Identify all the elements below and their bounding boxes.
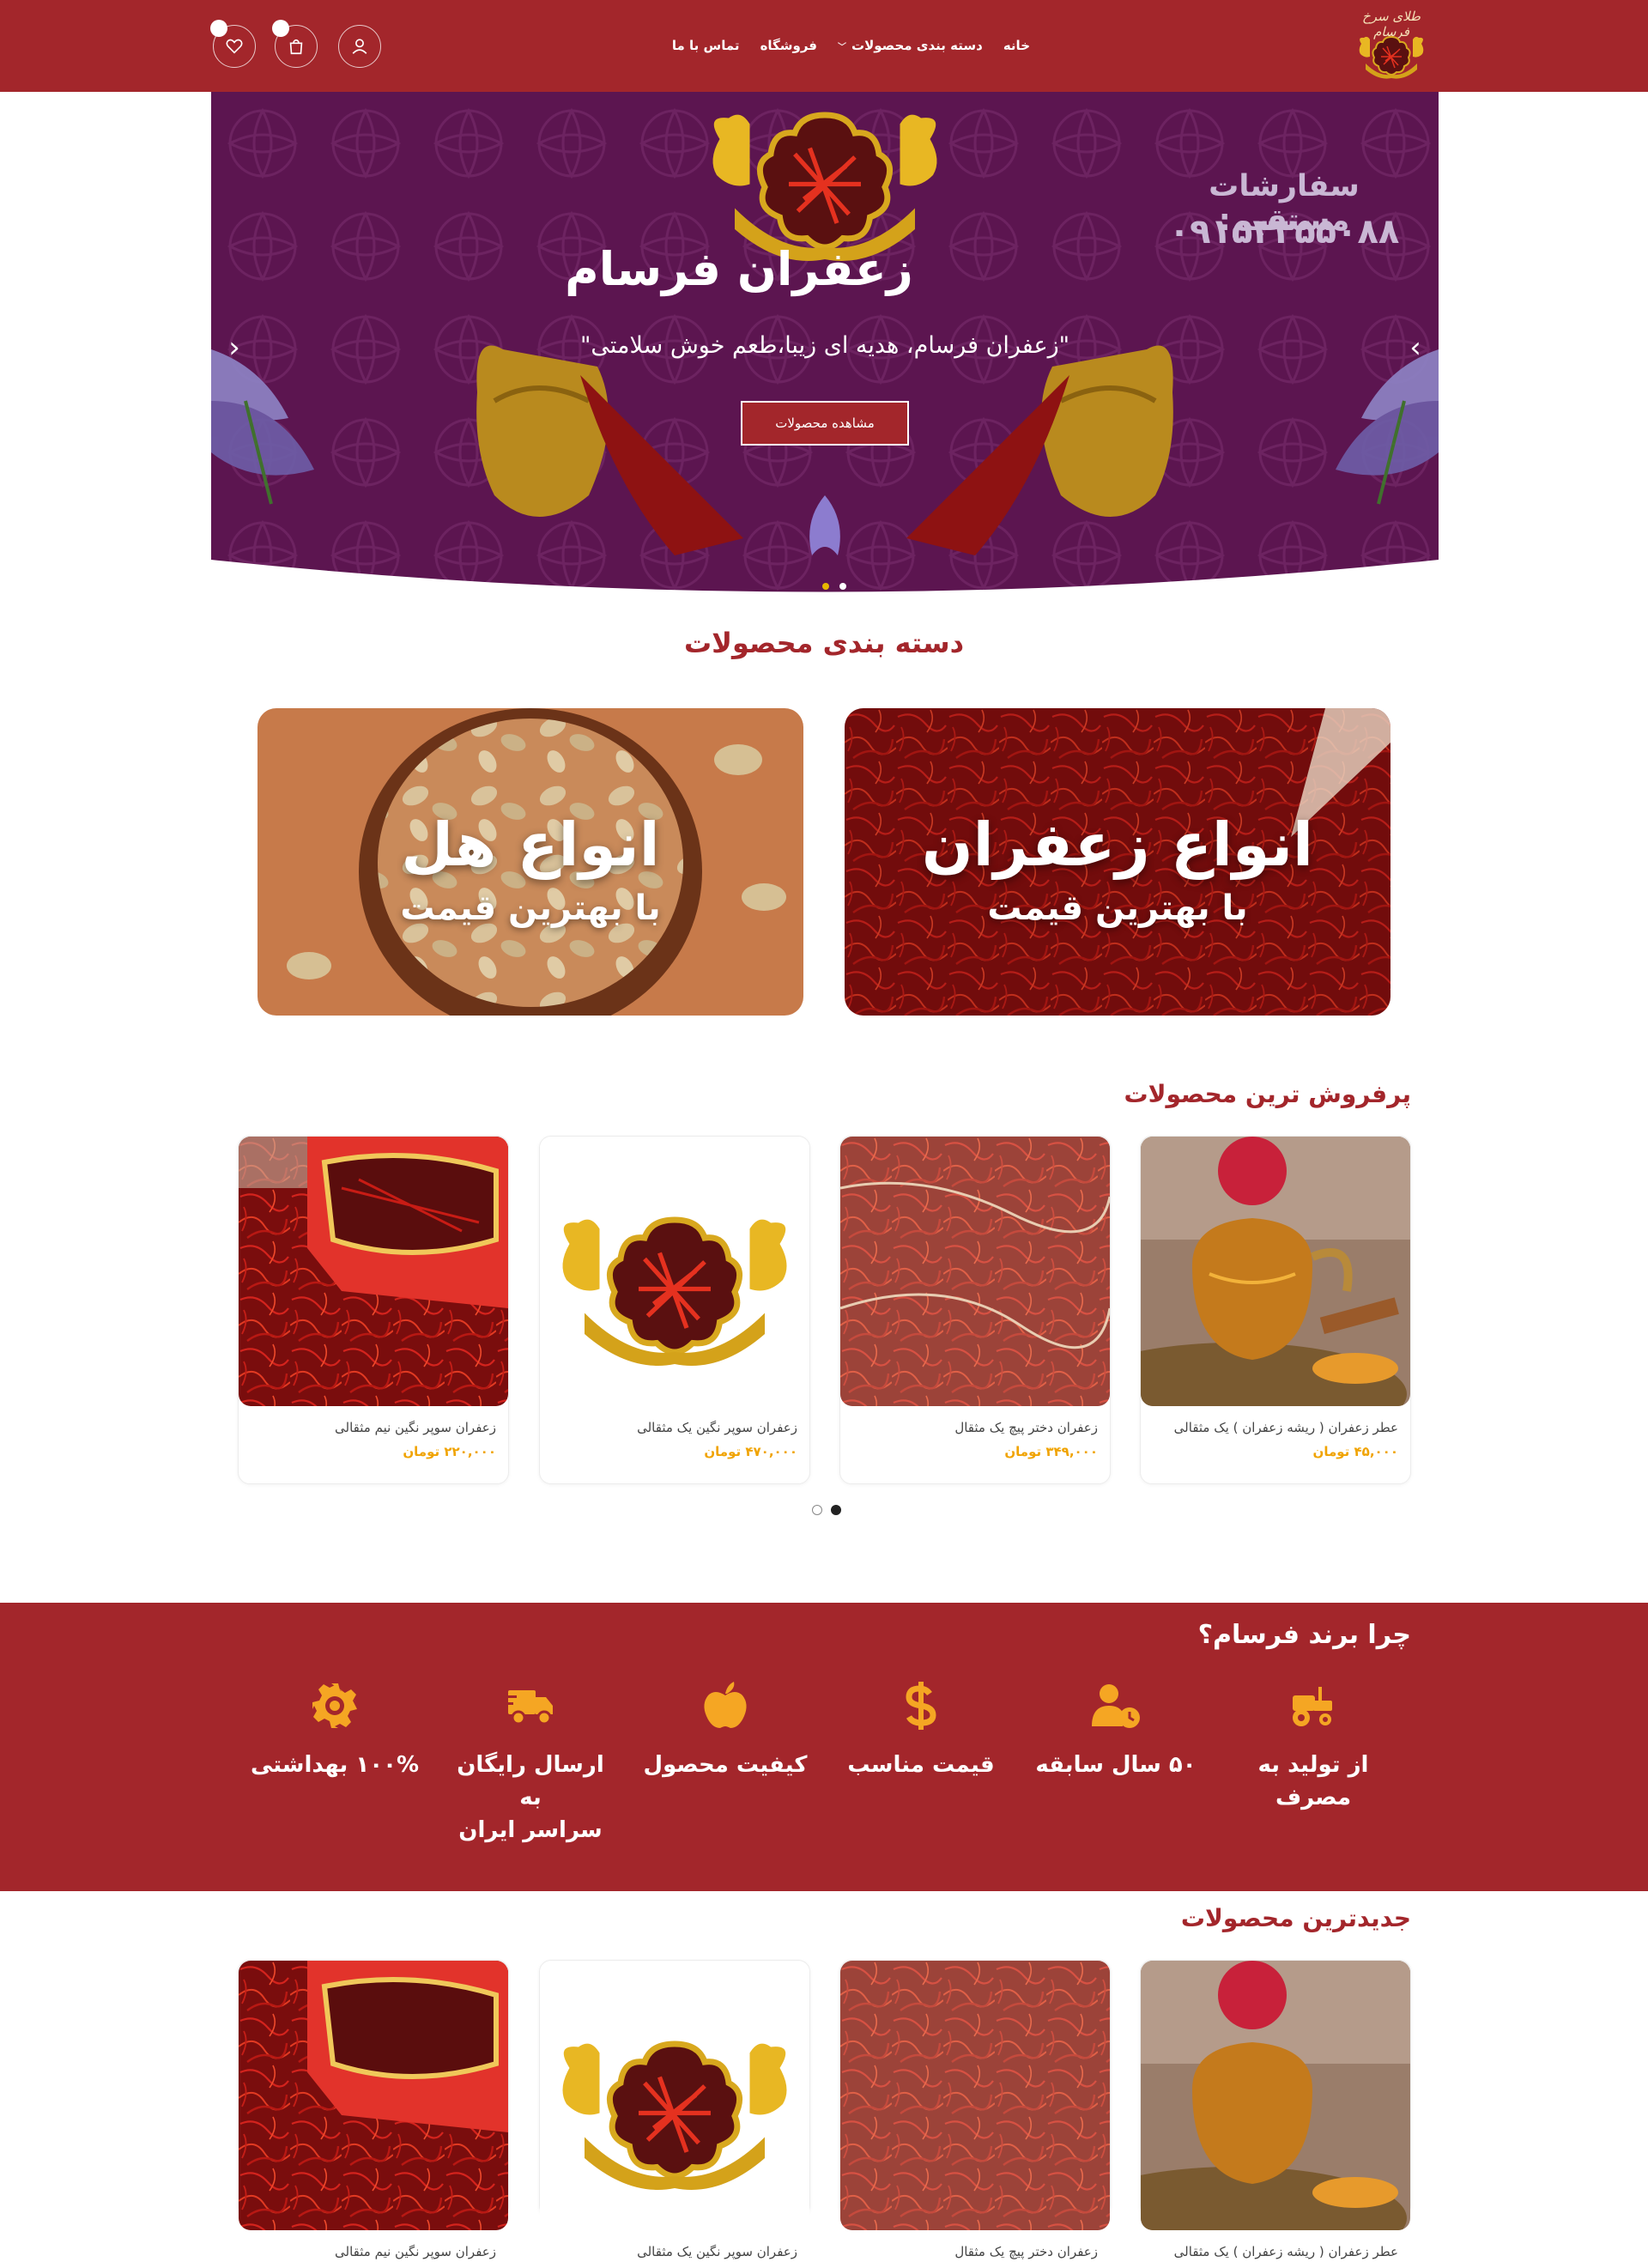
product-card[interactable]: زعفران دختر پیچ یک مثقال — [839, 1960, 1111, 2259]
site-header: طلای سرخ فرسام خانه دسته بندی محصولات ﹀ ف… — [0, 0, 1648, 92]
apple-icon — [704, 1682, 747, 1728]
user-clock-icon — [1092, 1684, 1140, 1728]
cart-icon — [289, 39, 303, 55]
feature-item: کیفیت محصول — [639, 1680, 811, 1834]
product-image — [540, 1961, 809, 2230]
feature-label: از تولید به مصرف — [1257, 1752, 1369, 1810]
category-saffron-banner[interactable]: انواع زعفران با بهترین قیمت — [845, 708, 1390, 1016]
hero-slider: سفارشات مستقیم: ۰۹۱۵۳۳۵۵۰۸۸ زعفران فرسام… — [211, 92, 1439, 598]
product-image — [840, 1961, 1110, 2230]
product-price: ۳۴۹,۰۰۰ تومان — [1004, 1444, 1098, 1459]
nav-item-categories[interactable]: دسته بندی محصولات ﹀ — [838, 38, 983, 53]
product-name[interactable]: زعفران دختر پیچ یک مثقال — [852, 1420, 1098, 1435]
hero-dot[interactable] — [839, 583, 846, 590]
product-image — [840, 1137, 1110, 1406]
tractor-icon — [1293, 1687, 1332, 1726]
feature-label: ارسال رایگان به سراسر ایران — [457, 1752, 604, 1843]
feature-item: ارسال رایگان به سراسر ایران — [445, 1680, 616, 1843]
page-dot[interactable] — [812, 1505, 822, 1515]
product-name[interactable]: زعفران سوپر نگین نیم مثقالی — [251, 2244, 496, 2259]
feature-label: قیمت مناسب — [847, 1752, 995, 1778]
main-nav: خانه دسته بندی محصولات ﹀ فروشگاه تماس با … — [672, 33, 1030, 58]
wishlist-button[interactable] — [210, 20, 256, 68]
feature-label: کیفیت محصول — [643, 1752, 808, 1778]
cart-count-badge — [272, 20, 289, 37]
nav-item-label: دسته بندی محصولات — [851, 38, 983, 53]
category-cardamom-subtitle: با بهترین قیمت — [400, 888, 661, 928]
feature-label: ۵۰ سال سابقه — [1035, 1752, 1197, 1778]
hero-prev-arrow-icon[interactable]: ‹ — [221, 330, 247, 365]
product-card[interactable]: زعفران دختر پیچ یک مثقال ۳۴۹,۰۰۰ تومان — [839, 1136, 1111, 1484]
nav-item-home[interactable]: خانه — [1003, 38, 1030, 53]
product-name[interactable]: عطر زعفران ( ریشه زعفران ) یک مثقالی — [1153, 2244, 1398, 2259]
category-cardamom-banner[interactable]: انواع هل با بهترین قیمت — [258, 708, 803, 1016]
hero-dot-active[interactable] — [822, 583, 829, 590]
why-brand-section: چرا برند فرسام؟ از تولید به مصرف ۵۰ سال … — [0, 1603, 1648, 1891]
nav-item-label: فروشگاه — [760, 38, 818, 53]
page-dot-active[interactable] — [831, 1505, 841, 1515]
product-image — [1141, 1137, 1410, 1406]
newest-title: جدیدترین محصولات — [1180, 1904, 1411, 1932]
product-name[interactable]: زعفران سوپر نگین یک مثقالی — [552, 2244, 797, 2259]
gear-icon — [312, 1683, 357, 1728]
product-card[interactable]: زعفران سوپر نگین یک مثقالی — [539, 1960, 810, 2259]
logo-text: طلای سرخ فرسام — [1362, 9, 1421, 39]
feature-item: ۱۰۰% بهداشتی — [249, 1680, 421, 1834]
product-card[interactable]: زعفران سوپر نگین یک مثقالی ۴۷۰,۰۰۰ تومان — [539, 1136, 810, 1484]
product-image — [239, 1137, 508, 1406]
nav-item-contact[interactable]: تماس با ما — [672, 38, 740, 53]
categories-title: دسته بندی محصولات — [684, 627, 964, 659]
hero-phone-number[interactable]: ۰۹۱۵۳۳۵۵۰۸۸ — [1155, 212, 1413, 252]
product-card[interactable]: زعفران سوپر نگین نیم مثقالی ۲۲۰,۰۰۰ توما… — [238, 1136, 509, 1484]
feature-item: ۵۰ سال سابقه — [1030, 1680, 1202, 1834]
cart-button[interactable] — [272, 20, 318, 68]
product-price: ۴۷۰,۰۰۰ تومان — [704, 1444, 797, 1459]
product-name[interactable]: زعفران دختر پیچ یک مثقال — [852, 2244, 1098, 2259]
nav-item-label: خانه — [1003, 38, 1030, 53]
hero-pagination — [812, 583, 846, 591]
product-image — [540, 1137, 809, 1406]
hero-subtitle: "زعفران فرسام، هدیه ای زیبا،طعم خوش سلام… — [579, 332, 1070, 359]
product-image — [1141, 1961, 1410, 2230]
why-title: چرا برند فرسام؟ — [1197, 1620, 1411, 1650]
product-name[interactable]: زعفران سوپر نگین یک مثقالی — [552, 1420, 797, 1435]
site-logo[interactable]: طلای سرخ فرسام — [1343, 9, 1439, 84]
category-saffron-title: انواع زعفران — [921, 810, 1314, 880]
feature-label: ۱۰۰% بهداشتی — [250, 1752, 420, 1778]
wishlist-count-badge — [210, 20, 227, 37]
truck-icon — [505, 1690, 553, 1725]
account-button[interactable] — [338, 25, 381, 68]
logo-emblem-icon — [1358, 35, 1425, 80]
product-card[interactable]: عطر زعفران ( ریشه زعفران ) یک مثقالی ۴۵,… — [1140, 1136, 1411, 1484]
feature-item: قیمت مناسب — [835, 1680, 1007, 1834]
product-name[interactable]: عطر زعفران ( ریشه زعفران ) یک مثقالی — [1153, 1420, 1398, 1435]
product-price: ۲۲۰,۰۰۰ تومان — [403, 1444, 496, 1459]
feature-item: از تولید به مصرف — [1227, 1680, 1399, 1834]
nav-item-label: تماس با ما — [671, 38, 740, 53]
view-products-button[interactable]: مشاهده محصولات — [741, 401, 909, 446]
nav-item-shop[interactable]: فروشگاه — [760, 38, 817, 53]
hero-next-arrow-icon[interactable]: › — [1403, 330, 1428, 365]
best-sellers-pagination — [807, 1505, 841, 1517]
heart-icon — [226, 39, 243, 54]
chevron-down-icon: ﹀ — [838, 42, 847, 52]
product-name[interactable]: زعفران سوپر نگین نیم مثقالی — [251, 1420, 496, 1435]
product-image — [239, 1961, 508, 2230]
best-sellers-title: پرفروش ترین محصولات — [1124, 1080, 1411, 1108]
product-card[interactable]: زعفران سوپر نگین نیم مثقالی — [238, 1960, 509, 2259]
product-card[interactable]: عطر زعفران ( ریشه زعفران ) یک مثقالی — [1140, 1960, 1411, 2259]
dollar-icon — [906, 1682, 936, 1730]
category-saffron-subtitle: با بهترین قیمت — [987, 888, 1248, 928]
category-cardamom-title: انواع هل — [401, 810, 660, 880]
user-icon — [352, 39, 367, 54]
product-price: ۴۵,۰۰۰ تومان — [1312, 1444, 1398, 1459]
hero-title: زعفران فرسام — [565, 242, 913, 296]
